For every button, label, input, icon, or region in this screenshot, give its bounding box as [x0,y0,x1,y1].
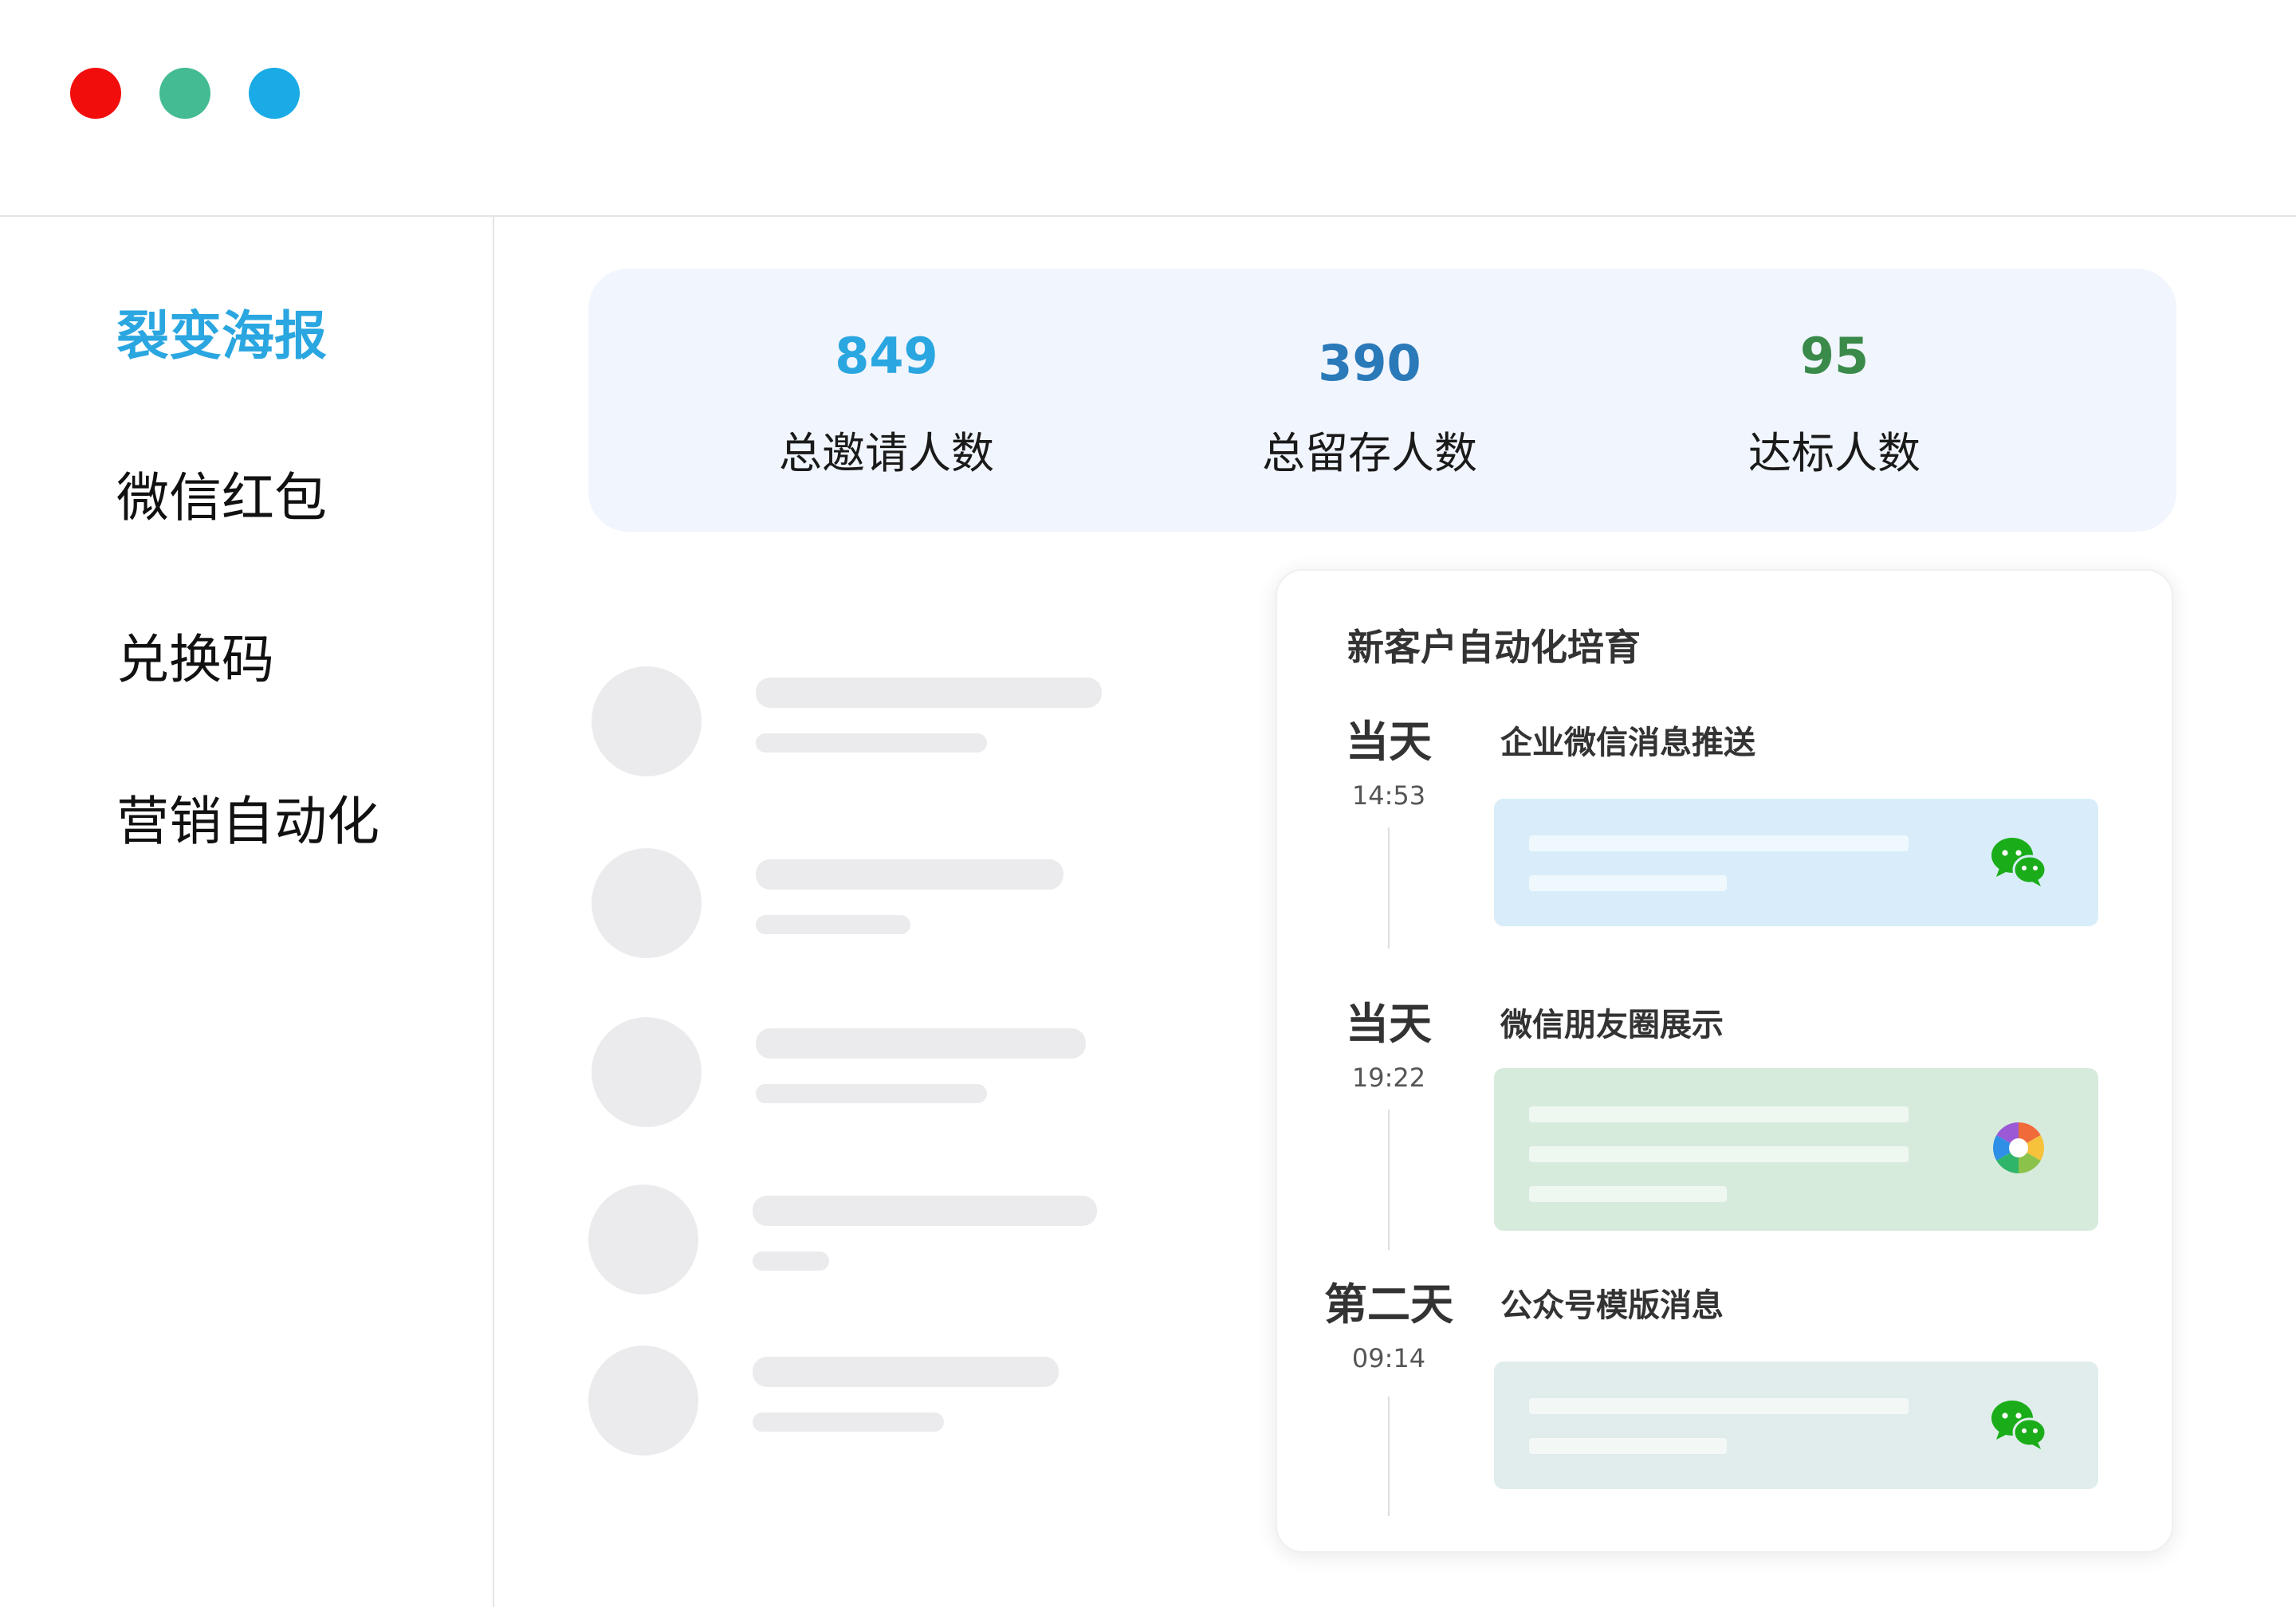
text-placeholder [756,1084,987,1103]
text-placeholder [753,1251,829,1271]
close-icon[interactable] [70,68,121,119]
avatar-placeholder [592,848,702,958]
stat-label: 总邀请人数 [779,428,994,478]
text-placeholder [753,1413,944,1432]
maximize-icon[interactable] [249,68,300,119]
list-item [587,848,1145,960]
text-placeholder [756,733,987,752]
stat-value: 849 [835,327,938,385]
step-day: 当天 [1346,717,1432,767]
text-placeholder [1529,1106,1909,1122]
stat-label: 总留存人数 [1262,428,1477,478]
stat-value: 95 [1799,327,1869,385]
moments-preview[interactable] [1494,1068,2098,1231]
avatar-placeholder [588,1185,698,1295]
step-day: 第二天 [1324,1279,1453,1330]
text-placeholder [1529,1146,1909,1162]
message-preview[interactable] [1494,1361,2098,1489]
sidebar: 裂变海报 微信红包 兑换码 营销自动化 [0,217,494,1607]
step-time: 14:53 [1351,780,1426,811]
avatar-placeholder [588,1346,698,1456]
step-time: 19:22 [1351,1063,1426,1093]
text-placeholder [756,1028,1086,1059]
stat-total-invites: 849 总邀请人数 [719,269,1054,532]
message-preview[interactable] [1494,799,2098,926]
text-placeholder [1529,875,1727,891]
sidebar-item-fission-poster[interactable]: 裂变海报 [116,305,327,368]
moments-icon [1993,1122,2044,1173]
text-placeholder [1529,1186,1727,1202]
text-placeholder [756,859,1063,890]
sidebar-item-redeem-code[interactable]: 兑换码 [116,628,274,692]
step-time: 09:14 [1351,1343,1426,1373]
timeline-connector [1388,827,1390,949]
text-placeholder [756,915,910,934]
wechat-icon [1991,838,2047,886]
app-window: 裂变海报 微信红包 兑换码 营销自动化 849 总邀请人数 390 总留存人数 … [0,0,2296,1607]
text-placeholder [753,1357,1059,1387]
wechat-icon [1991,1401,2047,1449]
list-item [587,1017,1145,1129]
text-placeholder [1529,835,1909,851]
text-placeholder [753,1196,1097,1226]
list-item [587,666,1145,778]
stats-panel: 849 总邀请人数 390 总留存人数 95 达标人数 [588,269,2176,532]
automation-card: 新客户自动化培育 当天 14:53 企业微信消息推送 当天 19:22 微信朋友… [1276,569,2173,1553]
title-bar [0,0,2296,217]
timeline-connector [1388,1397,1390,1516]
avatar-placeholder [592,1017,702,1127]
minimize-icon[interactable] [159,68,210,119]
stat-value: 390 [1318,334,1421,392]
text-placeholder [1529,1438,1727,1454]
step-name: 企业微信消息推送 [1500,725,1755,761]
text-placeholder [756,678,1102,708]
stat-label: 达标人数 [1748,428,1921,478]
stat-qualified: 95 达标人数 [1667,269,2002,532]
avatar-placeholder [592,666,702,776]
step-day: 当天 [1346,999,1432,1049]
list-item [587,1346,1145,1457]
sidebar-item-marketing-automation[interactable]: 营销自动化 [116,790,379,854]
list-item [587,1185,1145,1296]
step-name: 公众号模版消息 [1500,1287,1724,1324]
text-placeholder [1529,1398,1909,1414]
step-name: 微信朋友圈展示 [1500,1007,1724,1043]
stat-total-retained: 390 总留存人数 [1202,269,1537,532]
timeline-connector [1388,1110,1390,1250]
automation-title: 新客户自动化培育 [1347,626,1641,669]
sidebar-item-wechat-red-packet[interactable]: 微信红包 [116,466,327,530]
